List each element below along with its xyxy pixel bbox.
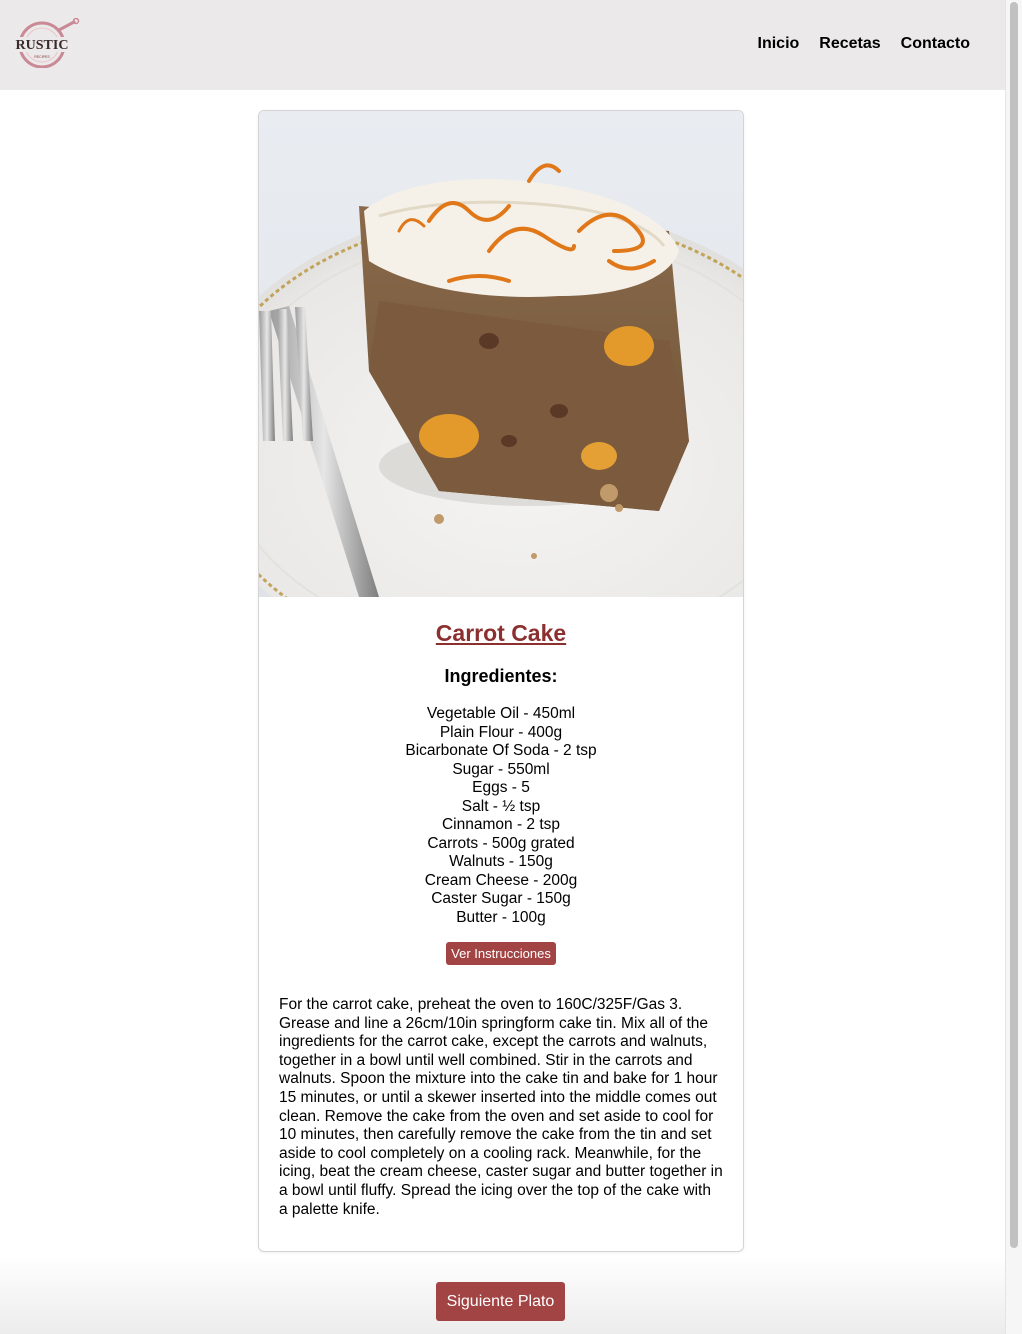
ingredient-item: Bicarbonate Of Soda - 2 tsp [405,742,597,759]
svg-text:RECIPES: RECIPES [34,55,50,59]
site-logo[interactable]: RUSTIC RECIPES [14,18,82,68]
ingredient-item: Caster Sugar - 150g [431,890,571,907]
ingredient-item: Walnuts - 150g [449,853,553,870]
nav-recetas[interactable]: Recetas [819,35,880,53]
scrollbar-thumb[interactable] [1010,2,1018,1248]
ingredient-item: Plain Flour - 400g [439,723,563,741]
nav-contacto[interactable]: Contacto [901,35,970,53]
recipe-title[interactable]: Carrot Cake [259,619,743,647]
ingredient-item: Salt - ½ tsp [461,797,541,815]
ingredient-item: Carrots - 500g grated [427,834,575,852]
main-nav: Inicio Recetas Contacto [758,35,970,53]
ingredients-list: Vegetable Oil - 450ml Plain Flour - 400g… [259,705,743,927]
recipe-photo [259,111,743,597]
nav-inicio[interactable]: Inicio [758,35,800,53]
next-dish-button[interactable]: Siguiente Plato [436,1282,565,1321]
page-scrollbar[interactable] [1005,0,1022,1334]
ingredient-item: Sugar - 550ml [452,760,550,778]
ingredient-item: Cream Cheese - 200g [424,871,578,889]
svg-text:RUSTIC: RUSTIC [16,38,69,53]
ingredients-heading: Ingredientes: [444,666,558,686]
ingredient-item: Cinnamon - 2 tsp [441,816,561,833]
ingredient-item: Eggs - 5 [472,779,530,796]
carrot-cake-image [259,111,743,597]
show-instructions-button[interactable]: Ver Instrucciones [446,942,556,965]
recipe-card: Carrot Cake Ingredientes: Vegetable Oil … [258,110,744,1252]
site-header: RUSTIC RECIPES Inicio Recetas Contacto [0,0,1005,90]
instructions-text: For the carrot cake, preheat the oven to… [279,996,723,1218]
ingredient-item: Butter - 100g [456,908,546,926]
instructions-button-wrap: Ver Instrucciones [259,942,743,965]
ingredient-item: Vegetable Oil - 450ml [426,705,576,722]
rustic-logo-icon: RUSTIC RECIPES [14,18,80,68]
